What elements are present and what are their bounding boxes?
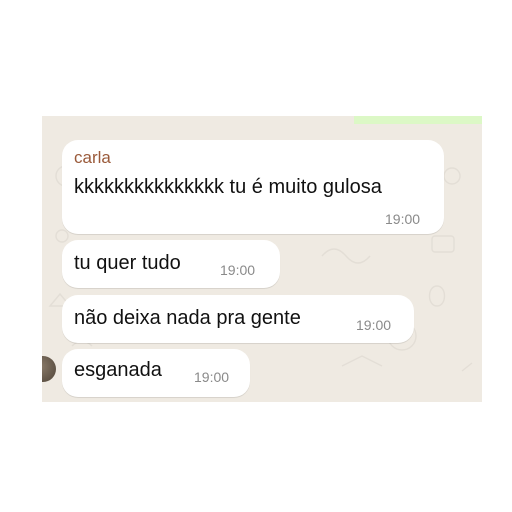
message-timestamp: 19:00 — [194, 369, 230, 385]
message-bubble[interactable]: tu quer tudo 19:00 — [62, 240, 280, 288]
chat-area: carla kkkkkkkkkkkkkkk tu é muito gulosa … — [42, 116, 482, 402]
message-text: não deixa nada pra gente — [74, 307, 301, 329]
message-timestamp: 19:00 — [356, 317, 392, 333]
message-timestamp: 19:00 — [220, 262, 256, 278]
message-bubble[interactable]: esganada 19:00 — [62, 349, 250, 397]
message-text: esganada — [74, 359, 162, 381]
top-strip — [354, 116, 482, 124]
message-timestamp: 19:00 — [385, 211, 421, 227]
message-bubble[interactable]: não deixa nada pra gente 19:00 — [62, 295, 414, 343]
sender-name[interactable]: carla — [74, 148, 111, 168]
message-bubble[interactable]: carla kkkkkkkkkkkkkkk tu é muito gulosa … — [62, 140, 444, 234]
message-text: tu quer tudo — [74, 252, 181, 274]
message-text: kkkkkkkkkkkkkkk tu é muito gulosa — [74, 176, 382, 198]
